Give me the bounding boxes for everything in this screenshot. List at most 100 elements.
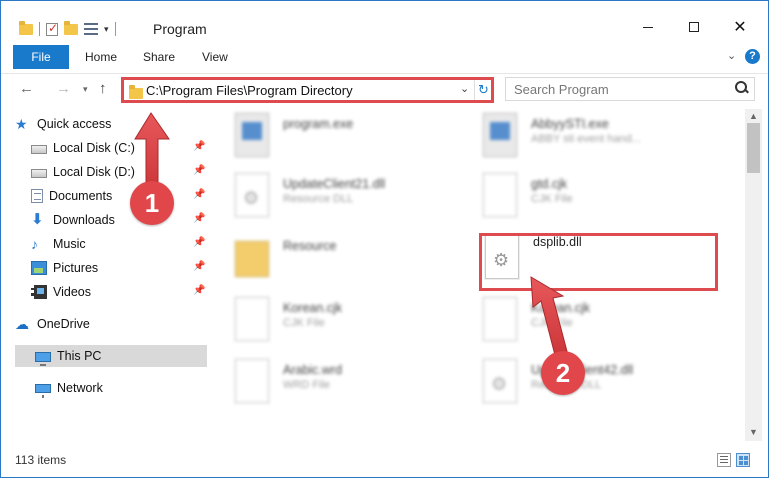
file-name: gtd.cjk <box>531 177 568 191</box>
address-path[interactable]: C:\Program Files\Program Directory <box>146 83 353 98</box>
sidebar-item-network[interactable]: Network <box>35 377 207 399</box>
dsplib-highlight-box <box>479 233 718 291</box>
search-box[interactable] <box>505 77 755 101</box>
network-icon <box>35 383 51 398</box>
item-count: 113 items <box>15 453 67 467</box>
generic-file-icon <box>483 173 517 217</box>
sidebar-item-label: Quick access <box>37 117 112 131</box>
navigation-bar: ← → ▾ ↑ C:\Program Files\Program Directo… <box>1 73 768 103</box>
folder-icon <box>129 85 143 99</box>
sidebar-item-videos[interactable]: Videos 📌 <box>31 281 207 303</box>
scroll-up-icon[interactable]: ▲ <box>749 111 758 121</box>
sidebar-item-label: Videos <box>53 285 91 299</box>
folder-icon <box>235 241 269 277</box>
help-icon[interactable]: ? <box>745 49 760 64</box>
tab-view[interactable]: View <box>202 45 228 69</box>
window-title: Program <box>153 21 207 37</box>
file-item[interactable]: UpdateClient21.dll Resource DLL <box>211 171 461 221</box>
sidebar-item-this-pc[interactable]: This PC <box>15 345 207 367</box>
file-name: Resource <box>283 239 337 253</box>
generic-file-icon <box>483 297 517 341</box>
documents-icon <box>31 189 43 203</box>
sidebar-item-downloads[interactable]: ⬇ Downloads 📌 <box>31 209 207 231</box>
scrollbar-thumb[interactable] <box>747 123 760 173</box>
file-name: Korean.cjk <box>283 301 343 315</box>
search-icon[interactable] <box>735 81 749 95</box>
vertical-scrollbar[interactable]: ▲ ▼ <box>745 109 762 441</box>
file-name: program.exe <box>283 117 354 131</box>
maximize-button[interactable] <box>671 13 717 41</box>
file-item[interactable]: UpdateClient42.dll Resource DLL <box>459 357 709 407</box>
minimize-icon <box>643 26 653 28</box>
dll-file-icon <box>235 173 269 217</box>
minimize-button[interactable] <box>625 13 671 41</box>
sidebar-item-documents[interactable]: Documents 📌 <box>31 185 207 207</box>
close-button[interactable]: ✕ <box>717 13 763 41</box>
disk-icon <box>31 169 47 178</box>
pin-icon[interactable]: 📌 <box>193 261 205 272</box>
file-name: AbbyySTI.exe <box>531 117 609 131</box>
tab-file[interactable]: File <box>13 45 69 69</box>
file-name: UpdateClient21.dll <box>283 177 386 191</box>
sidebar-item-music[interactable]: ♪ Music 📌 <box>31 233 207 255</box>
details-view-icon[interactable] <box>717 453 731 467</box>
tab-home[interactable]: Home <box>85 45 117 69</box>
pin-icon[interactable]: 📌 <box>193 189 205 200</box>
address-dropdown-icon[interactable]: ⌄ <box>460 82 469 95</box>
toolbar-separator <box>114 22 116 36</box>
exe-file-icon <box>235 113 269 157</box>
sidebar-item-local-disk-c[interactable]: Local Disk (C:) 📌 <box>31 137 207 159</box>
toolbar-dropdown-icon[interactable]: ▾ <box>104 24 109 35</box>
disk-icon <box>31 145 47 154</box>
sidebar-item-local-disk-d[interactable]: Local Disk (D:) 📌 <box>31 161 207 183</box>
pin-icon[interactable]: 📌 <box>193 285 205 296</box>
folder-item[interactable]: Resource <box>211 233 461 283</box>
large-icons-view-icon[interactable] <box>736 453 750 467</box>
scroll-down-icon[interactable]: ▼ <box>749 427 758 437</box>
file-type: WRD File <box>283 379 331 391</box>
pictures-icon <box>31 261 47 275</box>
sidebar-item-pictures[interactable]: Pictures 📌 <box>31 257 207 279</box>
refresh-icon[interactable]: ↻ <box>474 80 492 100</box>
sidebar-item-label: Network <box>57 381 103 395</box>
file-item[interactable]: Arabic.wrd WRD File <box>211 357 461 407</box>
generic-file-icon <box>235 359 269 403</box>
file-item[interactable]: Korean.cjk CJK File <box>211 295 461 345</box>
file-name: Arabic.wrd <box>283 363 343 377</box>
sidebar-item-label: Music <box>53 237 86 251</box>
folder-icon[interactable] <box>19 20 33 35</box>
sidebar-item-label: Downloads <box>53 213 115 227</box>
file-type: CJK File <box>531 317 573 329</box>
new-folder-icon[interactable] <box>64 20 78 35</box>
sidebar-item-label: Local Disk (D:) <box>53 165 135 179</box>
videos-icon <box>31 285 47 299</box>
file-item[interactable]: AbbyySTI.exe ABBY sti event hand... <box>459 111 709 161</box>
sidebar-item-label: Pictures <box>53 261 99 275</box>
file-item[interactable]: Korean.cjk CJK File <box>459 295 709 345</box>
forward-button[interactable]: → <box>56 80 71 97</box>
sidebar-item-onedrive[interactable]: ☁ OneDrive <box>15 313 207 335</box>
pin-icon[interactable]: 📌 <box>193 237 205 248</box>
sidebar-item-label: Local Disk (C:) <box>53 141 135 155</box>
address-bar[interactable]: C:\Program Files\Program Directory ⌄ ↻ <box>121 77 494 103</box>
file-type: CJK File <box>283 317 325 329</box>
file-item[interactable]: gtd.cjk CJK File <box>459 171 709 221</box>
expand-ribbon-icon[interactable]: ⌄ <box>727 49 736 62</box>
pin-icon[interactable]: 📌 <box>193 213 205 224</box>
quick-access-toolbar: ▾ <box>19 19 116 39</box>
customize-list-icon[interactable] <box>84 23 98 35</box>
back-button[interactable]: ← <box>19 80 34 97</box>
file-type: CJK File <box>531 193 573 205</box>
file-item[interactable]: program.exe <box>211 111 461 161</box>
step-1-badge: 1 <box>130 181 174 225</box>
up-button[interactable]: ↑ <box>99 80 107 97</box>
pin-icon[interactable]: 📌 <box>193 165 205 176</box>
file-type: Resource DLL <box>283 193 354 205</box>
recent-locations-icon[interactable]: ▾ <box>83 84 88 95</box>
tab-share[interactable]: Share <box>143 45 175 69</box>
pin-icon[interactable]: 📌 <box>193 141 205 152</box>
sidebar-item-quick-access[interactable]: ★ Quick access <box>15 113 207 135</box>
search-input[interactable] <box>514 81 724 97</box>
properties-check-icon[interactable] <box>46 21 58 36</box>
step-2-badge: 2 <box>541 351 585 395</box>
